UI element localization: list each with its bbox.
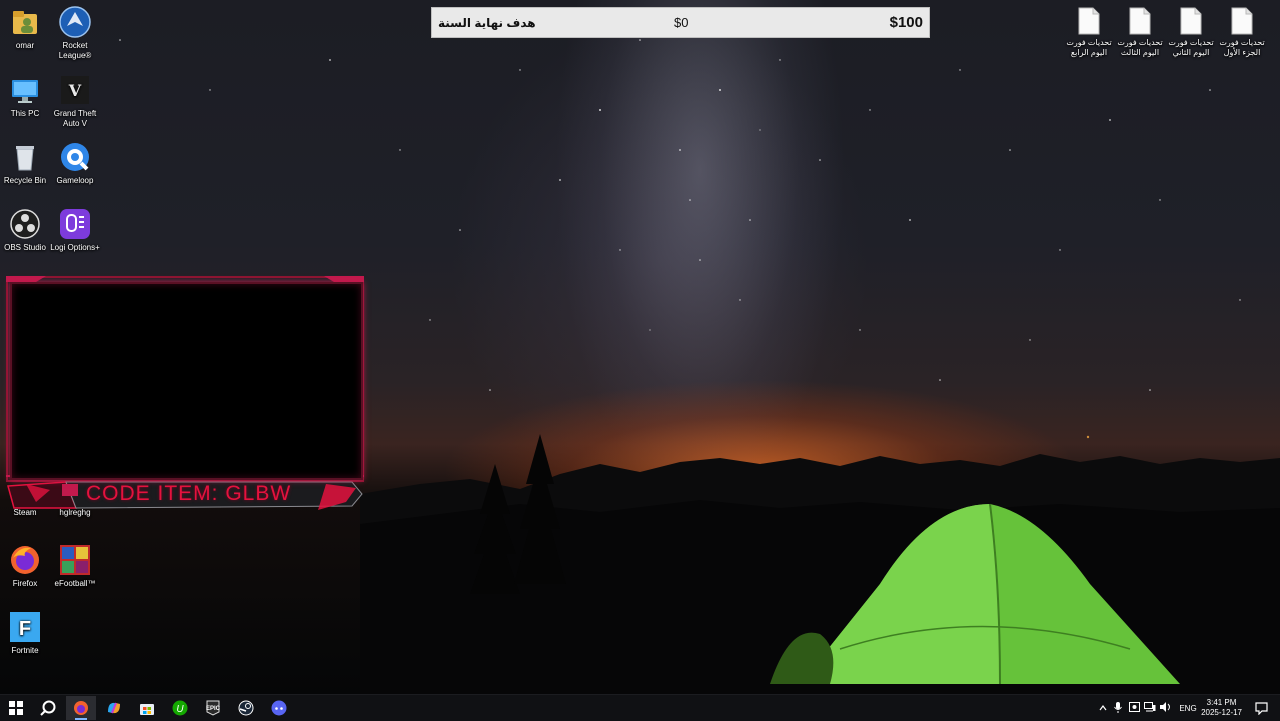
discord-icon bbox=[271, 700, 287, 716]
desktop-icon-recycle-bin[interactable]: Recycle Bin bbox=[0, 141, 52, 186]
desktop-icon-fortnite[interactable]: F Fortnite bbox=[0, 611, 52, 656]
svg-text:F: F bbox=[19, 618, 31, 640]
webcam-area bbox=[10, 282, 363, 480]
recycle-bin-icon bbox=[9, 141, 41, 173]
taskbar: U EPIC ENG 3:41 PM 2025-12-17 bbox=[0, 694, 1280, 721]
text-file-icon bbox=[1129, 7, 1151, 35]
gameloop-icon bbox=[59, 141, 91, 173]
microphone-icon[interactable] bbox=[1110, 701, 1126, 715]
windows-start-icon bbox=[9, 701, 23, 715]
desktop-icon-gameloop[interactable]: Gameloop bbox=[48, 141, 102, 186]
desktop-file-day2[interactable]: تحديات فورت اليوم الثاني bbox=[1164, 7, 1218, 58]
desktop-icon-label: Fortnite bbox=[11, 646, 39, 655]
logi-options-icon bbox=[59, 208, 91, 240]
desktop-file-day4[interactable]: تحديات فورت اليوم الرابع bbox=[1062, 7, 1116, 58]
monitor-icon bbox=[9, 74, 41, 106]
obs-icon bbox=[9, 208, 41, 240]
desktop-icon-rocket-league[interactable]: Rocket League® bbox=[48, 6, 102, 61]
desktop-icon-label: Recycle Bin bbox=[3, 176, 47, 185]
start-button[interactable] bbox=[1, 696, 31, 720]
desktop-icon-user-folder[interactable]: omar bbox=[0, 6, 52, 51]
chevron-up-icon[interactable] bbox=[1096, 704, 1110, 713]
store-icon bbox=[140, 704, 154, 715]
desktop-file-part1[interactable]: تحديات فورت الجزء الأول bbox=[1215, 7, 1269, 58]
firefox-icon bbox=[9, 544, 41, 576]
network-icon[interactable] bbox=[1142, 702, 1158, 714]
language-indicator[interactable]: ENG bbox=[1176, 704, 1200, 713]
taskbar-epic-games[interactable]: EPIC bbox=[198, 696, 228, 720]
text-file-icon bbox=[1180, 7, 1202, 35]
search-icon bbox=[40, 700, 56, 716]
goal-current-amount: $0 bbox=[674, 15, 689, 30]
desktop-icon-this-pc[interactable]: This PC bbox=[0, 74, 52, 119]
goal-title: هدف نهاية السنة bbox=[438, 15, 536, 30]
desktop-file-day3[interactable]: تحديات فورت اليوم الثالث bbox=[1113, 7, 1167, 58]
desktop-icon-label: تحديات فورت اليوم الرابع bbox=[1066, 38, 1112, 57]
svg-text:EPIC: EPIC bbox=[206, 706, 221, 712]
system-clock[interactable]: 3:41 PM 2025-12-17 bbox=[1201, 698, 1242, 718]
desktop-icon-label: OBS Studio bbox=[4, 243, 46, 252]
creator-code-text: CODE ITEM: GLBW bbox=[86, 482, 292, 505]
desktop-icon-label: Grand Theft Auto V bbox=[53, 109, 97, 128]
desktop-icon-label: Logi Options+ bbox=[50, 243, 100, 252]
desktop-icon-label: This PC bbox=[10, 109, 40, 118]
copilot-icon bbox=[108, 702, 120, 714]
desktop-icon-label: تحديات فورت اليوم الثاني bbox=[1168, 38, 1214, 57]
user-folder-icon bbox=[9, 6, 41, 38]
desktop-icon-label: تحديات فورت اليوم الثالث bbox=[1117, 38, 1163, 57]
fortnite-icon: F bbox=[9, 611, 41, 643]
desktop-icon-label: Firefox bbox=[12, 579, 38, 588]
notification-center-button[interactable] bbox=[1246, 696, 1276, 720]
desktop-icon-firefox[interactable]: Firefox bbox=[0, 544, 52, 589]
donation-goal-widget: هدف نهاية السنة $0 $100 bbox=[431, 7, 930, 38]
desktop-icon-label: eFootball™ bbox=[54, 579, 96, 588]
webcam-overlay: CODE ITEM: GLBW bbox=[6, 276, 364, 514]
desktop-icon-gta-v[interactable]: V Grand Theft Auto V bbox=[48, 74, 102, 129]
epic-games-icon: EPIC bbox=[206, 700, 221, 716]
desktop-icon-label: Gameloop bbox=[56, 176, 94, 185]
clock-time: 3:41 PM bbox=[1206, 698, 1237, 707]
upwork-icon: U bbox=[172, 700, 188, 716]
goal-target-amount: $100 bbox=[889, 14, 923, 31]
taskbar-discord[interactable] bbox=[264, 696, 294, 720]
firefox-icon bbox=[74, 701, 88, 715]
desktop-icon-label: omar bbox=[15, 41, 35, 50]
taskbar-steam[interactable] bbox=[231, 696, 261, 720]
desktop-icon-efootball[interactable]: eFootball™ bbox=[48, 544, 102, 589]
notification-icon bbox=[1254, 701, 1268, 715]
desktop-icon-label: Rocket League® bbox=[58, 41, 92, 60]
gta-v-icon: V bbox=[59, 74, 91, 106]
clock-date: 2025-12-17 bbox=[1201, 708, 1242, 717]
search-button[interactable] bbox=[33, 696, 63, 720]
svg-text:V: V bbox=[68, 81, 82, 100]
meet-now-icon[interactable] bbox=[1126, 702, 1142, 714]
system-tray: ENG bbox=[1096, 695, 1200, 721]
taskbar-store[interactable] bbox=[132, 696, 162, 720]
text-file-icon bbox=[1078, 7, 1100, 35]
desktop-icon-obs-studio[interactable]: OBS Studio bbox=[0, 208, 52, 253]
rocket-league-icon bbox=[59, 6, 91, 38]
svg-text:U: U bbox=[176, 704, 184, 715]
desktop-icon-label: تحديات فورت الجزء الأول bbox=[1219, 38, 1265, 57]
desktop-icon-logi-options[interactable]: Logi Options+ bbox=[48, 208, 102, 253]
text-file-icon bbox=[1231, 7, 1253, 35]
efootball-icon bbox=[59, 544, 91, 576]
taskbar-firefox[interactable] bbox=[66, 696, 96, 720]
taskbar-upwork[interactable]: U bbox=[165, 696, 195, 720]
taskbar-copilot[interactable] bbox=[99, 696, 129, 720]
volume-icon[interactable] bbox=[1158, 702, 1174, 714]
steam-icon bbox=[238, 700, 254, 716]
